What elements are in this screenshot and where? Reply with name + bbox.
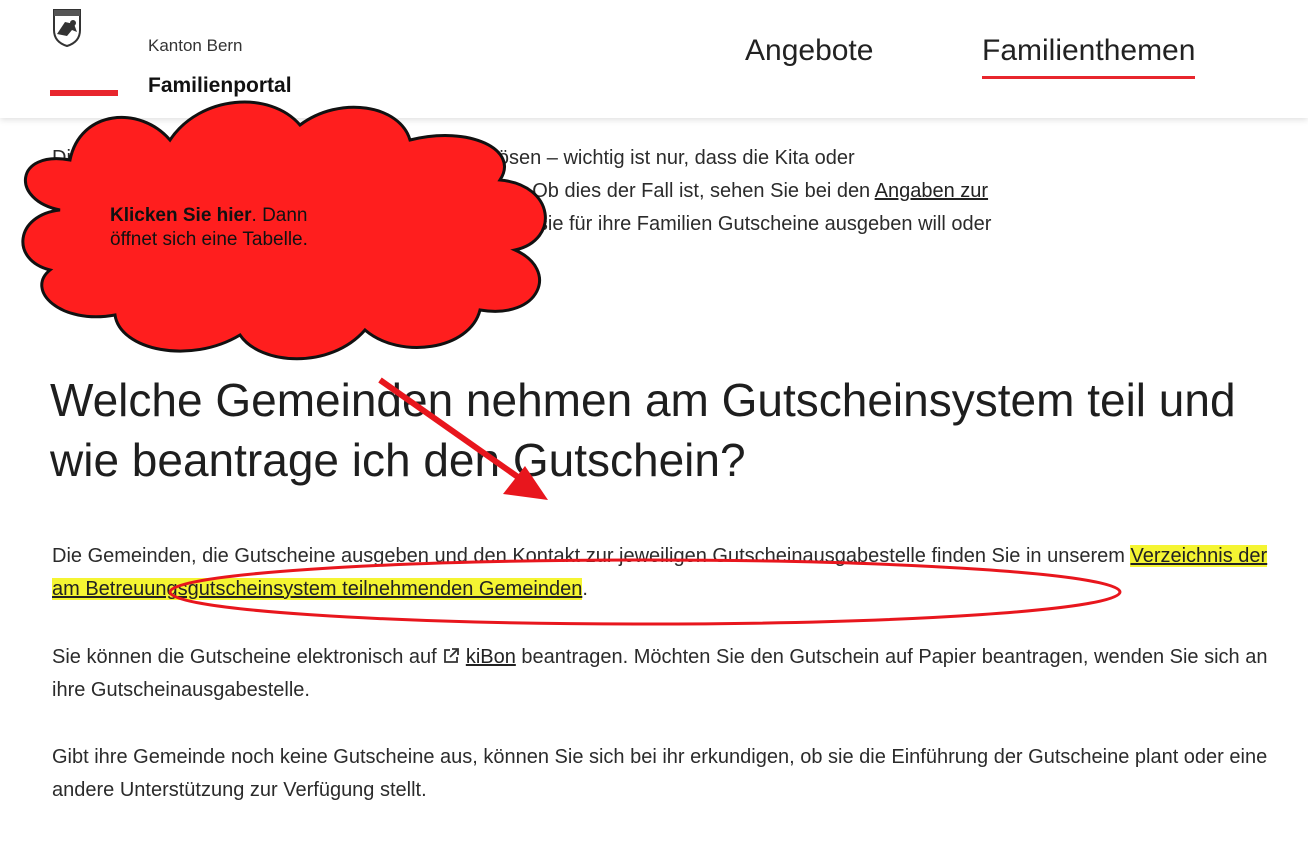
intro-line-2: Tagesfamilie für das Gutscheinsystem zug… — [52, 180, 875, 202]
cloud-bold-text: Klicken Sie hier — [110, 205, 252, 226]
kibon-paragraph: Sie können die Gutscheine elektronisch a… — [52, 641, 1282, 707]
kibon-text: Sie können die Gutscheine elektronisch a… — [52, 646, 443, 668]
period: . — [582, 578, 588, 600]
intro-line-1: Die Gutscheine können Sie im ganzen Kant… — [52, 147, 855, 169]
portal-name[interactable]: Familienportal — [148, 74, 292, 98]
bern-coat-of-arms-icon[interactable] — [50, 8, 84, 48]
org-name: Kanton Bern — [148, 36, 243, 55]
info-paragraph: Gibt ihre Gemeinde noch keine Gutscheine… — [52, 746, 1268, 801]
site-header: Kanton Bern Familienportal Angebote Fami… — [0, 0, 1308, 118]
kibon-link[interactable]: kiBon — [466, 646, 516, 668]
gemeinden-paragraph: Die Gemeinden, die Gutscheine ausgeben u… — [52, 540, 1282, 606]
nav-familienthemen[interactable]: Familienthemen — [982, 34, 1196, 79]
section-heading: Welche Gemeinden nehmen am Gutscheinsyst… — [50, 374, 1236, 486]
brand-accent-bar — [50, 90, 118, 96]
angaben-link[interactable]: Angaben zur — [875, 180, 988, 202]
gemeinden-text: Die Gemeinden, die Gutscheine ausgeben u… — [52, 545, 1131, 567]
nav-angebote[interactable]: Angebote — [745, 34, 873, 68]
external-link-icon — [444, 648, 460, 663]
cloud-annotation-text: Klicken Sie hier. Dann öffnet sich eine … — [110, 204, 350, 252]
